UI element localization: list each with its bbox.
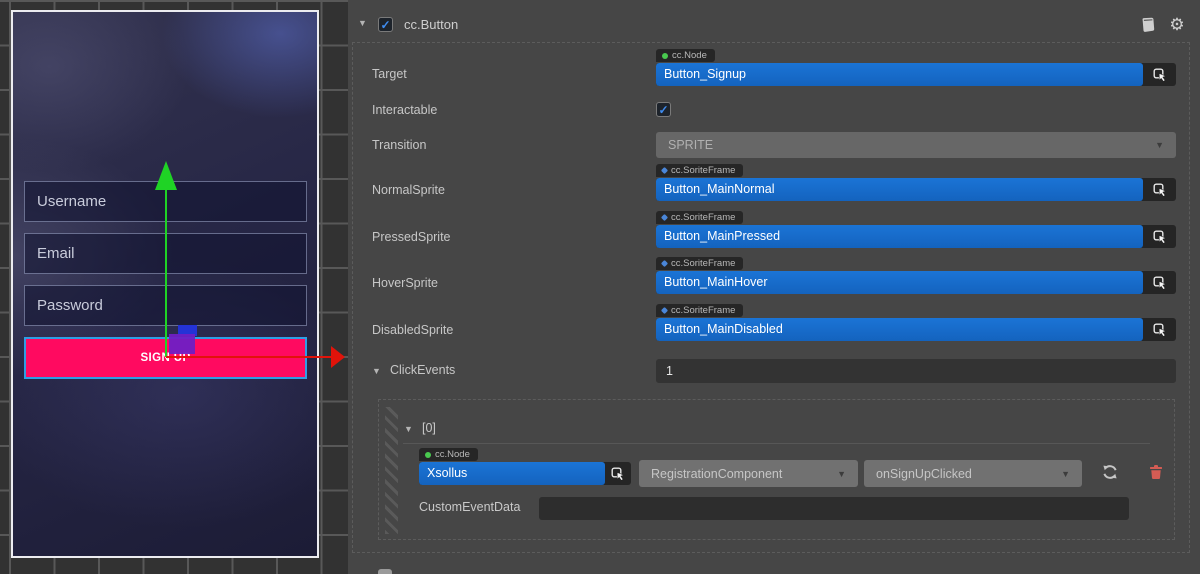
normal-sprite-ref-value: Button_MainNormal <box>656 178 1143 201</box>
event0-component-dropdown[interactable]: RegistrationComponent ▼ <box>639 460 858 487</box>
target-type-tag: cc.Node <box>656 49 715 62</box>
password-placeholder: Password <box>37 297 103 314</box>
spriteframe-type-dot-icon <box>661 307 668 314</box>
disabled-sprite-type-tag: cc.SoriteFrame <box>656 304 743 317</box>
drag-handle-hatch[interactable] <box>385 407 398 534</box>
divider <box>403 443 1150 444</box>
component-enabled-checkbox[interactable]: ✓ <box>378 17 393 32</box>
event0-handler-value: onSignUpClicked <box>876 467 972 481</box>
pressed-sprite-type-tag: cc.SoriteFrame <box>656 211 743 224</box>
clickevents-collapse-arrow[interactable]: ▼ <box>372 366 381 376</box>
node-picker-button[interactable] <box>605 462 631 485</box>
field-label-pressedsprite: PressedSprite <box>372 230 451 244</box>
scene-view[interactable]: Username Email Password SIGN UP <box>0 0 348 574</box>
event0-collapse-arrow[interactable]: ▼ <box>404 424 413 434</box>
spriteframe-type-dot-icon <box>661 260 668 267</box>
field-label-transition: Transition <box>372 138 426 152</box>
email-placeholder: Email <box>37 245 75 262</box>
normal-sprite-ref-field[interactable]: Button_MainNormal <box>656 178 1176 201</box>
editor-window: Username Email Password SIGN UP ▼ ✓ <box>0 0 1200 574</box>
transition-dropdown-value: SPRITE <box>668 138 713 152</box>
spriteframe-type-dot-icon <box>661 214 668 221</box>
scene-input-password[interactable]: Password <box>24 285 307 326</box>
node-type-dot-icon <box>425 452 431 458</box>
clickevent-item-panel: ▼ [0] cc.Node Xsollus RegistrationCompon… <box>378 399 1175 540</box>
field-label-hoversprite: HoverSprite <box>372 276 438 290</box>
scene-canvas[interactable]: Username Email Password SIGN UP <box>11 10 319 558</box>
event0-component-value: RegistrationComponent <box>651 467 782 481</box>
trash-icon[interactable] <box>1148 464 1164 480</box>
custom-event-data-input[interactable] <box>539 497 1129 520</box>
component-title: cc.Button <box>404 17 458 32</box>
field-label-target: Target <box>372 67 407 81</box>
transition-dropdown[interactable]: SPRITE ▼ <box>656 132 1176 158</box>
next-component-checkbox-partial[interactable] <box>378 569 392 574</box>
signup-button-label: SIGN UP <box>140 352 190 364</box>
event0-node-ref-field[interactable]: Xsollus <box>419 462 631 485</box>
checkmark-icon: ✓ <box>380 19 390 31</box>
asset-picker-button[interactable] <box>1143 178 1176 201</box>
interactable-checkbox[interactable]: ✓ <box>656 102 671 117</box>
node-picker-button[interactable] <box>1143 63 1176 86</box>
username-placeholder: Username <box>37 193 106 210</box>
scene-input-username[interactable]: Username <box>24 181 307 222</box>
settings-gear-icon[interactable]: ⚙ <box>1167 15 1187 35</box>
pressed-sprite-ref-value: Button_MainPressed <box>656 225 1143 248</box>
chevron-down-icon: ▼ <box>1061 469 1070 479</box>
asset-picker-button[interactable] <box>1143 271 1176 294</box>
node-type-dot-icon <box>662 53 668 59</box>
target-ref-value: Button_Signup <box>656 63 1143 86</box>
event0-index-label: [0] <box>422 421 436 435</box>
chevron-down-icon: ▼ <box>837 469 846 479</box>
hover-sprite-type-tag: cc.SoriteFrame <box>656 257 743 270</box>
scene-signup-button[interactable]: SIGN UP <box>24 337 307 379</box>
refresh-icon[interactable] <box>1101 463 1119 481</box>
checkmark-icon: ✓ <box>658 104 668 116</box>
gizmo-x-arrowhead-icon[interactable] <box>331 346 345 368</box>
hover-sprite-ref-field[interactable]: Button_MainHover <box>656 271 1176 294</box>
asset-picker-button[interactable] <box>1143 225 1176 248</box>
disabled-sprite-ref-value: Button_MainDisabled <box>656 318 1143 341</box>
chevron-down-icon: ▼ <box>1155 140 1164 150</box>
spriteframe-type-dot-icon <box>661 167 668 174</box>
docs-book-icon[interactable] <box>1137 15 1157 35</box>
custom-event-data-label: CustomEventData <box>419 500 520 514</box>
field-label-disabledsprite: DisabledSprite <box>372 323 453 337</box>
asset-picker-button[interactable] <box>1143 318 1176 341</box>
pressed-sprite-ref-field[interactable]: Button_MainPressed <box>656 225 1176 248</box>
normal-sprite-type-tag: cc.SoriteFrame <box>656 164 743 177</box>
target-ref-field[interactable]: Button_Signup <box>656 63 1176 86</box>
component-collapse-arrow[interactable]: ▼ <box>358 18 367 28</box>
scene-input-email[interactable]: Email <box>24 233 307 274</box>
event0-node-ref-value: Xsollus <box>419 462 605 485</box>
event0-handler-dropdown[interactable]: onSignUpClicked ▼ <box>864 460 1082 487</box>
clickevents-count-field[interactable]: 1 <box>656 359 1176 383</box>
field-label-clickevents: ClickEvents <box>390 363 455 377</box>
disabled-sprite-ref-field[interactable]: Button_MainDisabled <box>656 318 1176 341</box>
event0-node-type-tag: cc.Node <box>419 448 478 461</box>
hover-sprite-ref-value: Button_MainHover <box>656 271 1143 294</box>
inspector-panel: ▼ ✓ cc.Button ⚙ Target cc.Node Button_Si… <box>348 0 1200 574</box>
field-label-interactable: Interactable <box>372 103 437 117</box>
field-label-normalsprite: NormalSprite <box>372 183 445 197</box>
